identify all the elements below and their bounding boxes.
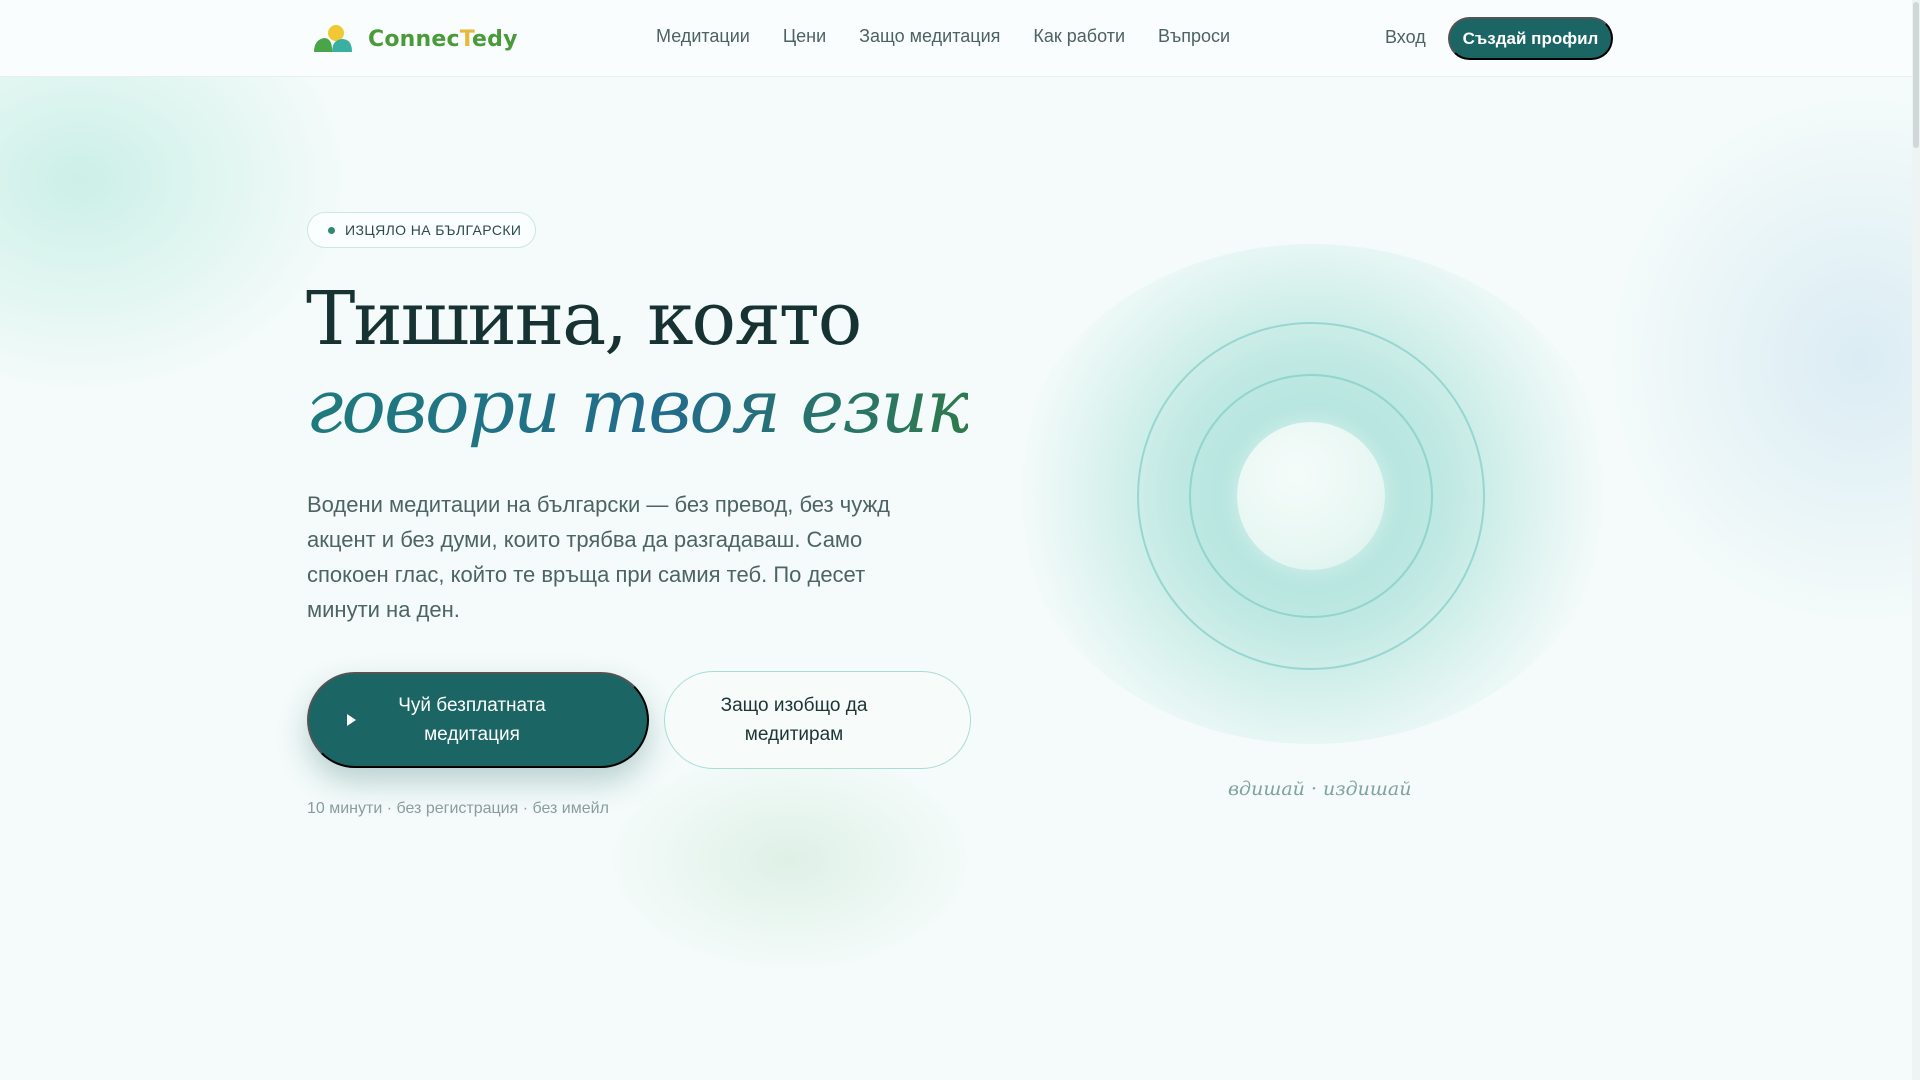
page-scrollbar[interactable] bbox=[1912, 0, 1920, 1080]
badge-dot-icon bbox=[328, 226, 335, 234]
scrollbar-thumb[interactable] bbox=[1913, 2, 1919, 148]
logo-text-accent: T bbox=[459, 26, 473, 52]
logo[interactable]: ConnecTedy bbox=[312, 22, 518, 56]
nav-link-meditations[interactable]: Медитации bbox=[656, 26, 750, 47]
nav-link-prices[interactable]: Цени bbox=[783, 26, 826, 47]
hero-headline: Тишина, която говори твоя език bbox=[306, 275, 970, 451]
headline-line-2: говори твоя език bbox=[306, 364, 970, 450]
why-meditate-button[interactable]: Защо изобщо да медитирам bbox=[664, 671, 971, 769]
nav-link-how-it-works[interactable]: Как работи bbox=[1033, 26, 1125, 47]
login-link[interactable]: Вход bbox=[1385, 27, 1426, 48]
hero-footnote: 10 минути · без регистрация · без имейл bbox=[307, 800, 609, 817]
hero-description: Водени медитации на български — без прев… bbox=[307, 492, 891, 622]
play-free-meditation-button[interactable]: Чуй безплатната медитация bbox=[307, 672, 649, 768]
play-free-meditation-label: Чуй безплатната медитация bbox=[398, 695, 546, 745]
headline-line-1: Тишина, която bbox=[306, 276, 862, 362]
breathing-caption: вдишай · издишай bbox=[1228, 778, 1412, 800]
logo-icon bbox=[314, 25, 352, 52]
breathing-orb-core bbox=[1237, 422, 1385, 570]
language-badge: ИЗЦЯЛО НА БЪЛГАРСКИ bbox=[307, 212, 536, 248]
nav-links: Медитации Цени Защо медитация Как работи… bbox=[656, 26, 1230, 47]
play-icon bbox=[347, 714, 356, 726]
logo-text-main: Connec bbox=[368, 26, 460, 52]
badge-label: ИЗЦЯЛО НА БЪЛГАРСКИ bbox=[345, 222, 522, 238]
nav-link-why-meditation[interactable]: Защо медитация bbox=[859, 26, 1000, 47]
nav-link-faq[interactable]: Въпроси bbox=[1158, 26, 1230, 47]
top-navigation: ConnecTedy Медитации Цени Защо медитация… bbox=[0, 0, 1920, 77]
create-profile-button[interactable]: Създай профил bbox=[1448, 17, 1613, 60]
logo-text-tail: edy bbox=[472, 26, 518, 52]
landing-page: ConnecTedy Медитации Цени Защо медитация… bbox=[0, 0, 1920, 1080]
why-meditate-label: Защо изобщо да медитирам bbox=[720, 695, 868, 745]
